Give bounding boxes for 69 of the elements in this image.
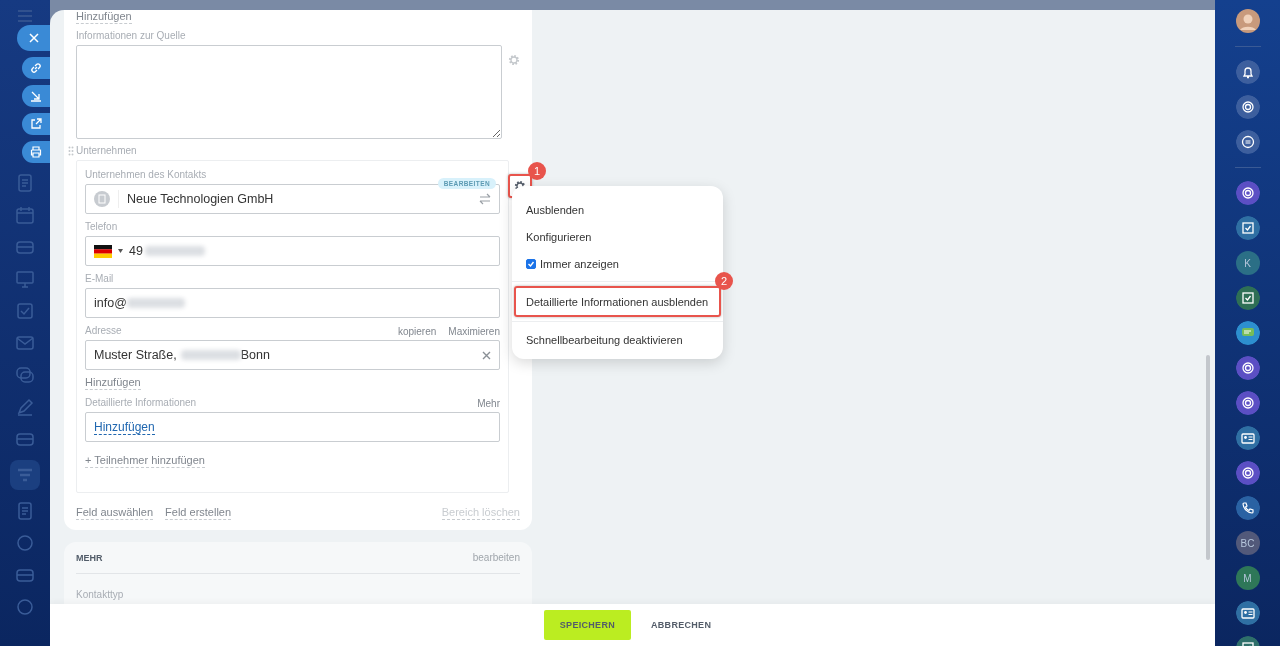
section-action-link[interactable]: Feld auswählen [76, 506, 154, 520]
ring-icon[interactable] [1235, 461, 1260, 485]
callout-badge: 1 [528, 162, 546, 180]
avatar[interactable] [1235, 9, 1260, 33]
redacted-text [126, 298, 185, 308]
ring-icon[interactable] [1235, 356, 1260, 380]
cancel-button[interactable]: ABBRECHEN [641, 610, 722, 640]
bell-icon[interactable] [1235, 60, 1260, 84]
close-icon [28, 33, 39, 43]
menu-item[interactable]: Ausblenden [512, 196, 723, 223]
edit-link[interactable]: bearbeiten [472, 552, 520, 563]
swap-icon[interactable] [479, 193, 491, 205]
add-participant-link[interactable]: + Teilnehmer hinzufügen [85, 454, 205, 468]
section-action-link[interactable]: Feld erstellen [165, 506, 232, 520]
redacted-text [144, 246, 205, 256]
field-label: Telefon [85, 221, 119, 233]
contact-card-icon[interactable] [1235, 426, 1260, 450]
section-title: MEHR [76, 552, 103, 563]
field-label: Informationen zur Quelle [76, 30, 187, 42]
phone-icon[interactable] [1235, 496, 1260, 520]
open-button[interactable] [22, 113, 50, 135]
ring-icon[interactable] [1235, 95, 1260, 119]
email-field[interactable]: info@ [85, 288, 500, 318]
menu-item[interactable]: Detaillierte Informationen ausblenden [514, 286, 721, 317]
add-link[interactable]: Hinzufügen [76, 10, 132, 24]
phone-field[interactable]: 49 [85, 236, 500, 266]
field-action-link[interactable]: kopieren [397, 325, 437, 337]
field-label: Adresse [85, 325, 122, 337]
add-link[interactable]: Hinzufügen [85, 376, 141, 390]
scrollbar[interactable] [1206, 355, 1210, 560]
menu-item[interactable]: Konfigurieren [512, 223, 723, 250]
flag-icon[interactable] [94, 244, 112, 258]
menu-item[interactable]: Schnellbearbeitung deaktivieren [512, 326, 723, 353]
field-label: E-Mail [85, 273, 115, 285]
printer-icon [30, 146, 42, 158]
chat-icon[interactable] [1235, 321, 1260, 345]
external-link-icon [30, 118, 42, 130]
task-icon[interactable] [1235, 286, 1260, 310]
close-button[interactable] [17, 25, 50, 51]
print-button[interactable] [22, 141, 50, 163]
contact-avatar[interactable]: K [1235, 251, 1260, 275]
link-icon [30, 62, 42, 74]
more-link[interactable]: Mehr [477, 397, 500, 409]
section-title: Unternehmen [76, 145, 137, 156]
checkbox-icon[interactable] [14, 300, 36, 322]
building-icon [94, 191, 110, 207]
address-field[interactable]: Muster Straße, Bonn [85, 340, 500, 370]
clear-icon[interactable] [482, 350, 491, 360]
caret-icon[interactable] [118, 249, 123, 253]
field-label: Unternehmen des Kontakts [85, 169, 208, 181]
task-icon[interactable] [1235, 216, 1260, 240]
download-button[interactable] [22, 85, 50, 107]
checkbox[interactable] [526, 258, 536, 269]
field-label: Kontakttyp [76, 589, 124, 600]
field-action-link[interactable]: Maximieren [448, 325, 500, 337]
ring-icon[interactable] [1235, 181, 1260, 205]
arrow-icon [30, 90, 42, 102]
field-label: Detaillierte Informationen [85, 397, 197, 409]
drag-handle-icon[interactable] [68, 145, 74, 156]
chat-icon[interactable] [1235, 130, 1260, 154]
contact-card-icon[interactable] [1235, 601, 1260, 625]
details-field[interactable]: Hinzufügen [85, 412, 500, 442]
link-button[interactable] [22, 57, 50, 79]
ring-icon[interactable] [1235, 391, 1260, 415]
redacted-text [180, 350, 241, 360]
callout-badge: 2 [715, 272, 733, 290]
save-button[interactable]: SPEICHERN [543, 610, 631, 640]
contact-avatar[interactable]: BC [1235, 531, 1260, 555]
contact-avatar[interactable]: M [1235, 566, 1260, 590]
